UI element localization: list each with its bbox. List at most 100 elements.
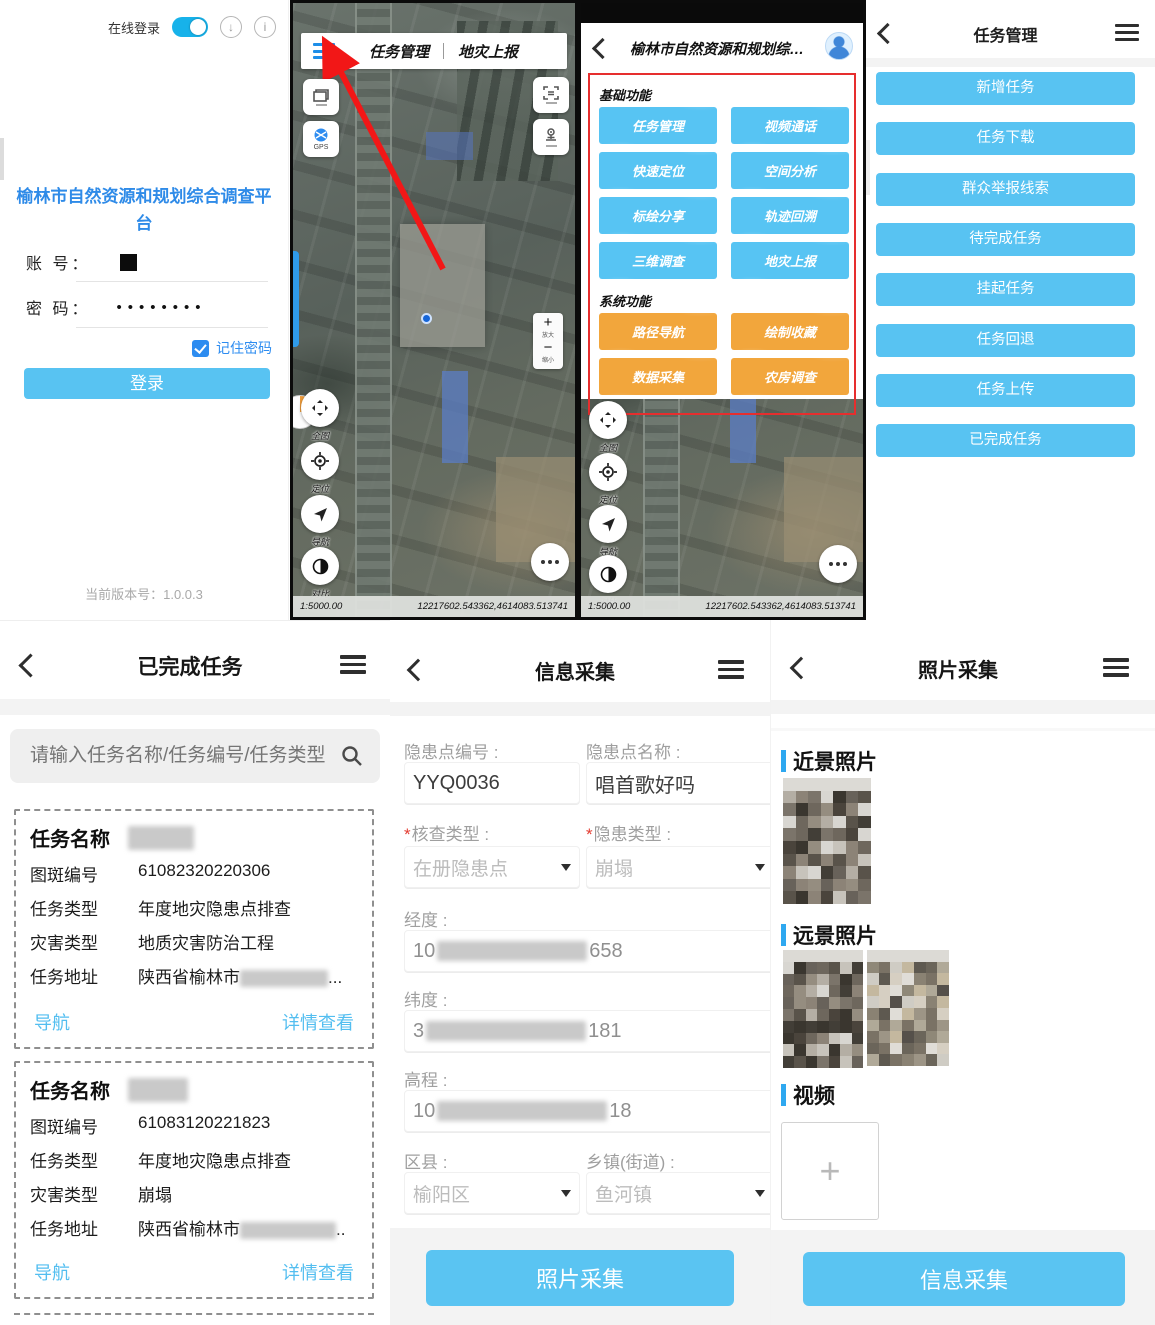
field-label: 灾害类型 [30,929,138,954]
latitude-field[interactable]: 3181 [404,1010,770,1052]
menu-item-draw-favorite[interactable]: 绘制收藏 [731,313,849,350]
stakeout-button[interactable] [533,119,569,155]
county-label: 区县 : [404,1148,447,1173]
back-icon[interactable] [790,657,813,680]
point-no-field[interactable]: YYQ0036 [404,762,580,804]
more-button[interactable] [531,543,569,581]
detail-link[interactable]: 详情查看 [282,1009,354,1035]
zoom-in-button[interactable]: + [544,316,553,330]
info-collect-button[interactable]: 信息采集 [803,1252,1125,1306]
tool-tiny-label [316,104,327,106]
task-download-button[interactable]: 任务下载 [876,122,1135,155]
far-photos-section-title: 远景照片 [781,920,877,950]
task-name-label: 任务名称 [30,1075,110,1104]
public-report-clue-button[interactable]: 群众举报线索 [876,173,1135,206]
menu-hamburger-icon[interactable] [1103,654,1129,681]
far-photo-thumbnail[interactable] [867,950,949,1066]
detail-link[interactable]: 详情查看 [282,1259,354,1285]
contrast-button[interactable] [301,547,339,585]
near-photo-thumbnail[interactable] [783,778,871,904]
menu-item-plot-share[interactable]: 标绘分享 [599,197,717,234]
locate-button[interactable] [301,442,339,480]
task-upload-button[interactable]: 任务上传 [876,374,1135,407]
longitude-label: 经度 : [404,906,447,931]
point-name-field[interactable]: 唱首歌好吗 [586,762,770,804]
navigate-button[interactable] [589,505,627,543]
zoom-out-button[interactable]: − [544,341,553,355]
completed-tasks-button[interactable]: 已完成任务 [876,424,1135,457]
tool-tiny-label [546,145,557,147]
fullextent-button[interactable] [301,389,339,427]
account-value-redacted[interactable] [120,254,137,271]
menu-hamburger-icon[interactable] [1115,20,1139,45]
todo-tasks-button[interactable]: 待完成任务 [876,223,1135,256]
function-menu-screen: 榆林市自然资源和规划综… 基础功能 任务管理 视频通话 快速定位 空间分析 标绘… [578,0,866,620]
update-icon[interactable]: ↓ [220,16,242,38]
add-task-button[interactable]: 新增任务 [876,72,1135,105]
menu-item-track-playback[interactable]: 轨迹回溯 [731,197,849,234]
check-type-select[interactable]: 在册隐患点 [404,846,580,888]
menu-item-task-management[interactable]: 任务管理 [599,107,717,144]
back-icon[interactable] [877,23,898,44]
menu-hamburger-icon[interactable] [718,656,744,683]
navigate-link[interactable]: 导航 [34,1259,70,1285]
menu-item-spatial-analysis[interactable]: 空间分析 [731,152,849,189]
longitude-field[interactable]: 10658 [404,930,770,972]
divider [771,700,1155,714]
county-select[interactable]: 榆阳区 [404,1172,580,1214]
hazard-type-select[interactable]: 崩塌 [586,846,770,888]
login-button[interactable]: 登录 [24,368,270,399]
back-icon[interactable] [592,38,613,59]
navigate-link[interactable]: 导航 [34,1009,70,1035]
info-icon[interactable]: i [254,16,276,38]
menu-item-data-collection[interactable]: 数据采集 [599,358,717,395]
back-icon[interactable] [18,653,42,677]
basemap-layers-button[interactable] [303,79,339,115]
photo-collect-button[interactable]: 照片采集 [426,1250,734,1306]
menu-item-route-navigation[interactable]: 路径导航 [599,313,717,350]
menu-item-3d-survey[interactable]: 三维调查 [599,242,717,279]
back-icon[interactable] [407,659,430,682]
system-functions-header: 系统功能 [599,291,651,310]
fullextent-label: 全图 [292,429,348,442]
field-value: 61082320220306 [138,861,270,886]
menu-hamburger-icon[interactable] [340,651,366,678]
online-login-toggle[interactable] [172,17,208,37]
scrollbar[interactable] [0,138,4,180]
gps-button[interactable]: GPS [303,121,339,157]
select-extent-button[interactable] [533,77,569,113]
task-name-label: 任务名称 [30,823,110,852]
remember-password-checkbox[interactable] [192,340,209,357]
password-value[interactable]: •••••••• [116,299,206,316]
add-video-button[interactable]: + [781,1122,879,1220]
far-photo-thumbnail[interactable] [783,950,863,1068]
app-title: 榆林市自然资源和规划综合调查平台 [14,183,274,237]
avatar[interactable] [825,32,853,60]
scrollbar[interactable] [866,140,870,195]
page-title: 任务管理 [906,22,1105,46]
field-label: 任务类型 [30,1147,138,1172]
field-value: 地质灾害防治工程 [138,929,274,954]
search-icon[interactable] [340,744,364,768]
search-input[interactable] [28,744,340,768]
more-button[interactable] [819,545,857,583]
contrast-button[interactable] [589,555,627,593]
divider [771,728,1155,731]
task-rollback-button[interactable]: 任务回退 [876,324,1135,357]
section-accent-bar [781,1084,786,1106]
tool-tiny-label [546,102,557,104]
edge-drawer-handle[interactable] [293,251,299,347]
menu-item-video-call[interactable]: 视频通话 [731,107,849,144]
menu-item-disaster-report[interactable]: 地灾上报 [731,242,849,279]
locate-button[interactable] [589,453,627,491]
fullextent-button[interactable] [589,401,627,439]
town-select[interactable]: 鱼河镇 [586,1172,770,1214]
menu-item-quick-locate[interactable]: 快速定位 [599,152,717,189]
task-card[interactable]: 任务名称 图斑编号61083120221823 任务类型年度地灾隐患点排查 灾害… [14,1061,374,1299]
suspended-tasks-button[interactable]: 挂起任务 [876,273,1135,306]
task-card[interactable]: 任务名称 图斑编号61082320220306 任务类型年度地灾隐患点排查 灾害… [14,809,374,1049]
menu-item-rural-housing-survey[interactable]: 农房调查 [731,358,849,395]
map-status-bar: 1:5000.00 12217602.543362,4614083.513741 [293,596,575,617]
navigate-button[interactable] [301,495,339,533]
altitude-field[interactable]: 1018 [404,1090,770,1132]
